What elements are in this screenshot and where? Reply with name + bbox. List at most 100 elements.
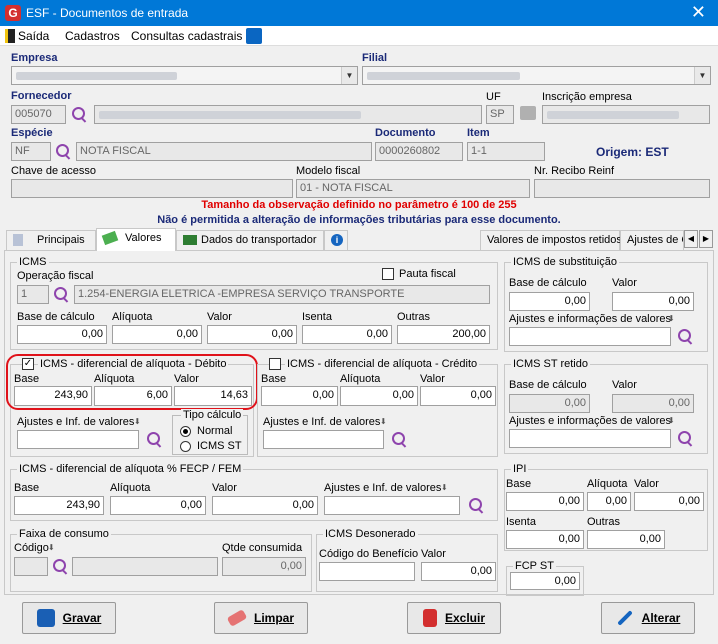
icms-valor-label: Valor	[207, 311, 232, 323]
ipi-aliquota-field[interactable]: 0,00	[587, 492, 631, 511]
fecp-aliquota-label: Alíquota	[110, 482, 151, 494]
icms-aliquota-field[interactable]: 0,00	[112, 325, 202, 344]
debito-ajustes-field[interactable]	[17, 430, 139, 449]
fecp-ajustes-field[interactable]	[324, 496, 460, 515]
beneficio-field[interactable]	[319, 562, 415, 581]
tab-valores[interactable]: Valores	[96, 228, 176, 251]
qtde-field[interactable]: 0,00	[222, 557, 306, 576]
subst-valor-field[interactable]: 0,00	[612, 292, 694, 311]
chevron-down-icon: ▼	[694, 67, 710, 84]
inscricao-field[interactable]	[542, 105, 710, 124]
search-icon[interactable]	[391, 431, 409, 449]
menu-cadastros[interactable]: Cadastros	[65, 29, 120, 43]
search-icon[interactable]	[52, 558, 70, 576]
fecp-base-field[interactable]: 243,90	[14, 496, 104, 515]
ipi-base-label: Base	[506, 478, 532, 490]
icms-valor-field[interactable]: 0,00	[207, 325, 297, 344]
arrow-down-icon: ⬇	[668, 416, 675, 425]
credito-ajustes-field[interactable]	[263, 430, 384, 449]
close-icon[interactable]: ✕	[691, 2, 706, 23]
recibo-field[interactable]	[534, 179, 710, 198]
credito-base-field[interactable]: 0,00	[261, 386, 338, 406]
icms-outras-label: Outras	[397, 311, 431, 323]
menu-saida[interactable]: Saída	[18, 29, 49, 43]
menu-bar: Saída Cadastros Consultas cadastrais	[0, 26, 718, 46]
ipi-valor-field[interactable]: 0,00	[634, 492, 704, 511]
menu-consultas[interactable]: Consultas cadastrais	[131, 29, 242, 43]
alterar-button[interactable]: Alterar	[601, 602, 695, 634]
item-field[interactable]: 1-1	[467, 142, 545, 161]
fcp-st-field[interactable]: 0,00	[510, 572, 580, 590]
tab-info[interactable]: i	[324, 230, 348, 250]
difal-credito-checkbox[interactable]	[269, 358, 281, 370]
fecp-valor-field[interactable]: 0,00	[212, 496, 318, 515]
exit-icon[interactable]	[5, 29, 15, 43]
copy-icon[interactable]	[520, 106, 536, 120]
tab-scroll-right-icon[interactable]: ▶	[699, 230, 713, 248]
icms-base-field[interactable]: 0,00	[17, 325, 107, 344]
empresa-select[interactable]: ▼	[11, 66, 358, 85]
tab-principais[interactable]: Principais	[6, 230, 96, 250]
window-title: ESF - Documentos de entrada	[26, 6, 189, 20]
subst-ajustes-label: Ajustes e informações de valores	[509, 313, 672, 325]
st-base-field[interactable]: 0,00	[509, 394, 590, 413]
search-icon[interactable]	[146, 431, 164, 449]
normal-radio[interactable]	[180, 426, 191, 437]
limpar-button[interactable]: Limpar	[214, 602, 308, 634]
icms-outras-field[interactable]: 200,00	[397, 325, 490, 344]
pauta-label: Pauta fiscal	[399, 268, 456, 280]
search-icon[interactable]	[677, 430, 695, 448]
especie-code-field[interactable]: NF	[11, 142, 51, 161]
documento-field[interactable]: 0000260802	[375, 142, 463, 161]
st-valor-field[interactable]: 0,00	[612, 394, 694, 413]
filial-select[interactable]: ▼	[362, 66, 711, 85]
subst-base-field[interactable]: 0,00	[509, 292, 590, 311]
uf-field[interactable]: SP	[486, 105, 514, 124]
fornecedor-name-field[interactable]	[94, 105, 482, 124]
st-ajustes-field[interactable]	[509, 429, 671, 448]
faixa-desc-field[interactable]	[72, 557, 218, 576]
search-icon[interactable]	[468, 497, 486, 515]
credito-aliquota-field[interactable]: 0,00	[340, 386, 418, 406]
trash-icon	[422, 609, 437, 627]
faixa-codigo-label: Código	[14, 542, 49, 554]
search-icon[interactable]	[677, 328, 695, 346]
icms-aliquota-label: Alíquota	[112, 311, 153, 323]
faixa-codigo-field[interactable]	[14, 557, 48, 576]
fornecedor-code-field[interactable]: 005070	[11, 105, 66, 124]
tab-transportador[interactable]: Dados do transportador	[176, 230, 324, 250]
credito-aliquota-label: Alíquota	[340, 373, 381, 385]
fecp-ajustes-label: Ajustes e Inf. de valores	[324, 482, 442, 494]
info-message: Não é permitida a alteração de informaçõ…	[157, 214, 561, 226]
icms-base-label: Base de cálculo	[17, 311, 95, 323]
help-logo-icon[interactable]	[246, 28, 262, 44]
icms-isenta-field[interactable]: 0,00	[302, 325, 392, 344]
tab-scroll-left-icon[interactable]: ◀	[684, 230, 698, 248]
search-icon[interactable]	[53, 286, 71, 304]
search-icon[interactable]	[71, 106, 89, 124]
credito-valor-field[interactable]: 0,00	[420, 386, 496, 406]
chave-field[interactable]	[11, 179, 293, 198]
search-icon[interactable]	[55, 143, 73, 161]
icms-st-radio[interactable]	[180, 441, 191, 452]
desonerado-valor-field[interactable]: 0,00	[421, 562, 496, 581]
operacao-desc-field[interactable]: 1.254-ENERGIA ELETRICA -EMPRESA SERVIÇO …	[74, 285, 490, 304]
fecp-aliquota-field[interactable]: 0,00	[110, 496, 206, 515]
desonerado-valor-label: Valor	[421, 548, 446, 560]
ipi-outras-field[interactable]: 0,00	[587, 530, 665, 549]
tab-impostos-retidos[interactable]: Valores de impostos retidos	[480, 230, 622, 250]
uf-label: UF	[486, 91, 501, 103]
modelo-field[interactable]: 01 - NOTA FISCAL	[296, 179, 530, 198]
excluir-button[interactable]: Excluir	[407, 602, 501, 634]
operacao-code-field[interactable]: 1	[17, 285, 49, 304]
app-logo-icon: G	[5, 5, 21, 21]
subst-ajustes-field[interactable]	[509, 327, 671, 346]
gravar-button[interactable]: Gravar	[22, 602, 116, 634]
ipi-isenta-field[interactable]: 0,00	[506, 530, 584, 549]
ipi-base-field[interactable]: 0,00	[506, 492, 584, 511]
tab-ajustes[interactable]: Ajustes de C	[620, 230, 684, 250]
especie-desc-field[interactable]: NOTA FISCAL	[76, 142, 372, 161]
pencil-icon	[616, 610, 633, 626]
pauta-checkbox[interactable]	[382, 268, 394, 280]
fecp-valor-label: Valor	[212, 482, 237, 494]
